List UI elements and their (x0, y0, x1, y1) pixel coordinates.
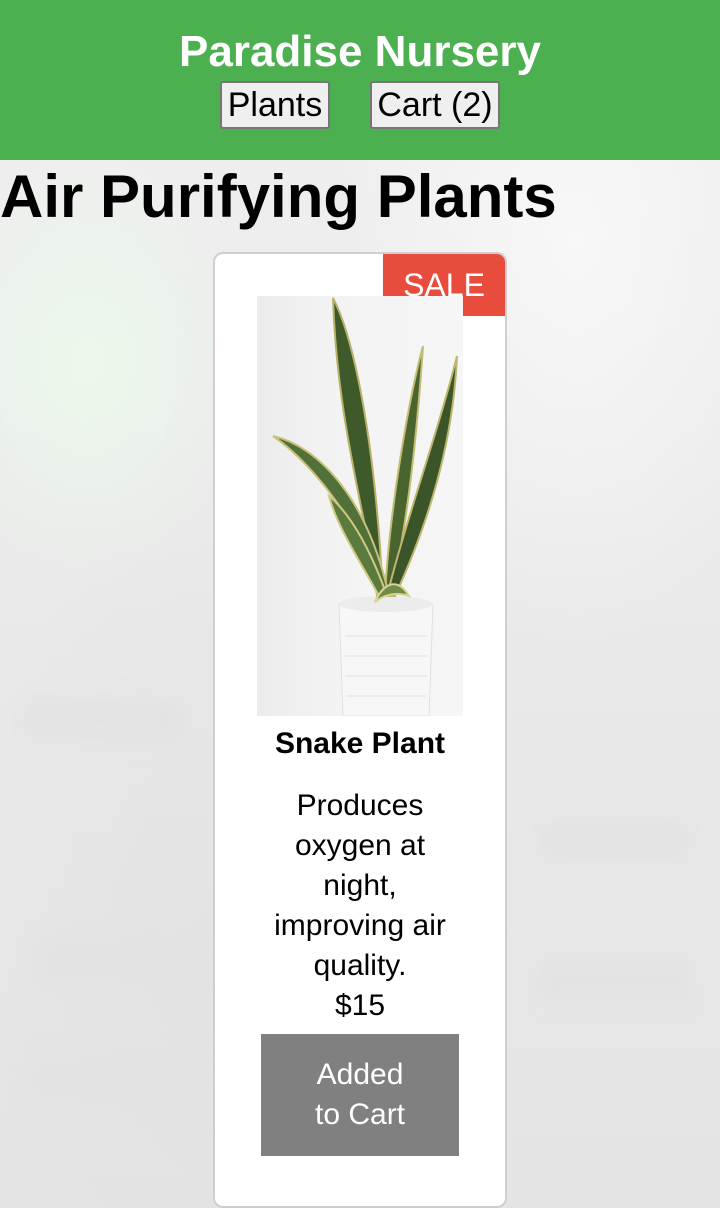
product-description: Produces oxygen at night, improving air … (274, 789, 446, 982)
added-to-cart-button[interactable]: Added to Cart (261, 1034, 459, 1156)
site-header: Paradise Nursery Plants Cart (2) (0, 0, 720, 160)
category-heading: Air Purifying Plants (0, 163, 557, 230)
product-card: SALE Snake Plant Produces oxygen at nigh… (213, 252, 507, 1208)
product-price: $15 (334, 989, 386, 1022)
nav-plants-button[interactable]: Plants (220, 81, 330, 129)
product-image (257, 296, 463, 717)
product-name: Snake Plant (274, 727, 446, 760)
snake-plant-illustration (272, 297, 458, 717)
site-title: Paradise Nursery (179, 27, 541, 76)
nav-cart-button[interactable]: Cart (2) (370, 81, 500, 129)
